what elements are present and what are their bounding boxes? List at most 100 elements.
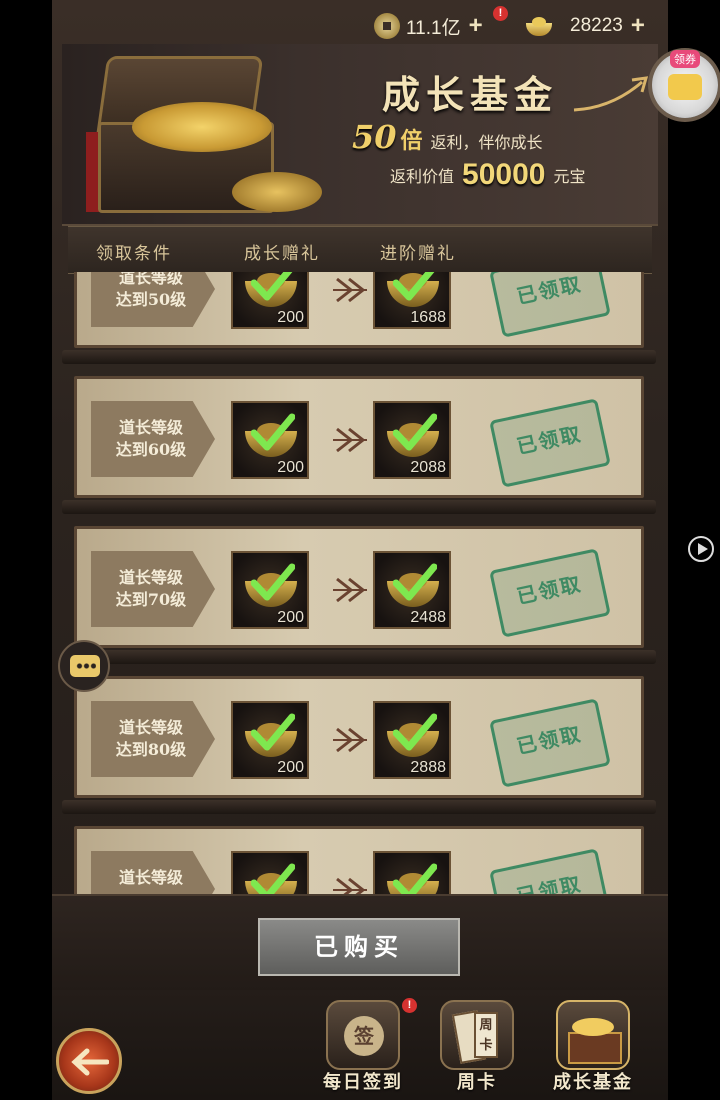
nav-daily-signin[interactable]: 签 ! 每日签到 (316, 998, 417, 1100)
claimed-stamp: 已领取 (489, 698, 611, 788)
purchase-area: 已购买 (52, 894, 668, 992)
banner-value-line: 返利价值 50000 元宝 (390, 158, 585, 192)
condition-tag: 道长等级 (91, 851, 215, 894)
cards-icon: 周卡 (440, 1000, 514, 1070)
condition-tag: 道长等级 达到50级 (91, 272, 215, 327)
nav-label-weekly-card: 周卡 (457, 1072, 497, 1093)
row-divider-bar (62, 500, 656, 514)
copper-coin-icon (374, 13, 400, 39)
advanced-reward-slot[interactable]: 2488 (373, 551, 451, 629)
checkmark-icon (251, 863, 295, 894)
claimed-stamp: 已领取 (489, 272, 611, 338)
condition-line2: 达到70级 (115, 590, 187, 609)
claimed-stamp: 已领取 (489, 848, 611, 894)
row-card: 道长等级 已领取 (74, 826, 644, 894)
left-margin (0, 0, 52, 1100)
gold-ingot-icon (524, 15, 554, 37)
purchased-button[interactable]: 已购买 (258, 918, 460, 976)
double-chevron-arrow-icon (333, 427, 367, 453)
ingot-currency: 28223 + (524, 12, 645, 40)
back-button[interactable] (56, 1028, 122, 1094)
advanced-amount: 2888 (410, 759, 446, 776)
nav-weekly-card[interactable]: 周卡 周卡 (430, 1000, 524, 1100)
rising-arrow-icon (573, 76, 649, 112)
checkmark-icon (251, 413, 295, 451)
growth-reward-slot[interactable]: 200 (231, 272, 309, 329)
treasure-chest-icon (556, 1000, 630, 1070)
reward-row: 道长等级 达到50级 200 1688 已领取 (62, 272, 656, 364)
condition-text: 道长等级 达到60级 (111, 417, 191, 461)
mini-chest-gold (572, 1018, 614, 1036)
condition-line2: 达到60级 (115, 440, 187, 459)
checkmark-icon (393, 563, 437, 601)
back-arrow-icon (71, 1048, 109, 1076)
growth-fund-panel: 11.1亿 + ! 28223 + 成长基金 50 倍 返利，伴你成长 返利价值… (52, 0, 668, 1100)
reward-row: 道长等级 达到80级 200 2888 已领取 (62, 676, 656, 814)
checkmark-icon (393, 713, 437, 751)
growth-reward-slot[interactable] (231, 851, 309, 894)
condition-line1: 道长等级 (118, 568, 183, 587)
growth-amount: 200 (277, 609, 304, 626)
condition-tag: 道长等级 达到80级 (91, 701, 215, 777)
add-coins-plus-icon[interactable]: + (469, 12, 483, 40)
signin-seal: 签 (344, 1016, 384, 1056)
condition-tag: 道长等级 达到70级 (91, 551, 215, 627)
double-chevron-arrow-icon (333, 727, 367, 753)
coupon-gift-icon (668, 74, 702, 100)
calendar-icon: 签 (326, 1000, 400, 1070)
checkmark-icon (251, 563, 295, 601)
row-card: 道长等级 达到60级 200 2088 已领取 (74, 376, 644, 498)
chat-dots (76, 663, 96, 669)
checkmark-icon (393, 413, 437, 451)
condition-line1: 道长等级 (118, 418, 183, 437)
gold-coins (232, 172, 322, 212)
nav-growth-fund[interactable]: 成长基金 (546, 1000, 640, 1100)
advanced-reward-slot[interactable]: 2888 (373, 701, 451, 779)
growth-reward-slot[interactable]: 200 (231, 401, 309, 479)
ingot-amount: 28223 (570, 15, 623, 36)
coupon-label: 领券 (670, 50, 700, 68)
multiplier-unit: 倍 (400, 128, 423, 154)
play-button[interactable] (688, 536, 714, 562)
nav-label-growth-fund: 成长基金 (553, 1072, 633, 1093)
advanced-reward-slot[interactable] (373, 851, 451, 894)
coin-amount: 11.1亿 (406, 17, 461, 39)
row-divider-bar (62, 650, 656, 664)
checkmark-icon (393, 272, 435, 301)
value-label: 返利价值 (390, 167, 455, 186)
fund-banner: 成长基金 50 倍 返利，伴你成长 返利价值 50000 元宝 (62, 44, 658, 226)
banner-title: 成长基金 (382, 72, 559, 117)
claimed-stamp: 已领取 (489, 548, 611, 638)
banner-multiplier-line: 50 倍 返利，伴你成长 (352, 118, 543, 156)
growth-amount: 200 (277, 309, 304, 326)
double-chevron-arrow-icon (333, 277, 367, 303)
add-ingots-plus-icon[interactable]: + (631, 12, 645, 40)
claimed-stamp: 已领取 (489, 398, 611, 488)
row-card: 道长等级 达到70级 200 2488 已领取 (74, 526, 644, 648)
advanced-amount: 2488 (410, 609, 446, 626)
growth-reward-slot[interactable]: 200 (231, 701, 309, 779)
value-amount: 50000 (462, 158, 546, 191)
header-growth-gift: 成长赠礼 (244, 244, 320, 264)
card-right: 周卡 (474, 1012, 498, 1058)
row-divider-bar (62, 350, 656, 364)
growth-reward-slot[interactable]: 200 (231, 551, 309, 629)
gold-pile (132, 102, 272, 152)
header-condition: 领取条件 (96, 244, 172, 264)
reward-row: 道长等级 达到70级 200 2488 已领取 (62, 526, 656, 664)
advanced-reward-slot[interactable]: 1688 (373, 272, 451, 329)
chat-button[interactable] (58, 640, 110, 692)
reward-row: 道长等级 已领取 (74, 826, 644, 894)
reward-list[interactable]: 道长等级 达到50级 200 1688 已领取 道长等级 达到60级 200 2… (52, 272, 668, 894)
coupon-button[interactable]: 领券 (652, 50, 718, 118)
signin-alert-badge: ! (402, 998, 417, 1013)
checkmark-icon (251, 713, 295, 751)
growth-amount: 200 (277, 759, 304, 776)
nav-label-daily-signin: 每日签到 (323, 1072, 403, 1093)
value-unit: 元宝 (553, 167, 586, 186)
checkmark-icon (393, 863, 437, 894)
advanced-reward-slot[interactable]: 2088 (373, 401, 451, 479)
advanced-amount: 1688 (410, 309, 446, 326)
condition-line1: 道长等级 (118, 718, 183, 737)
currency-bar: 11.1亿 + ! 28223 + (52, 0, 668, 50)
